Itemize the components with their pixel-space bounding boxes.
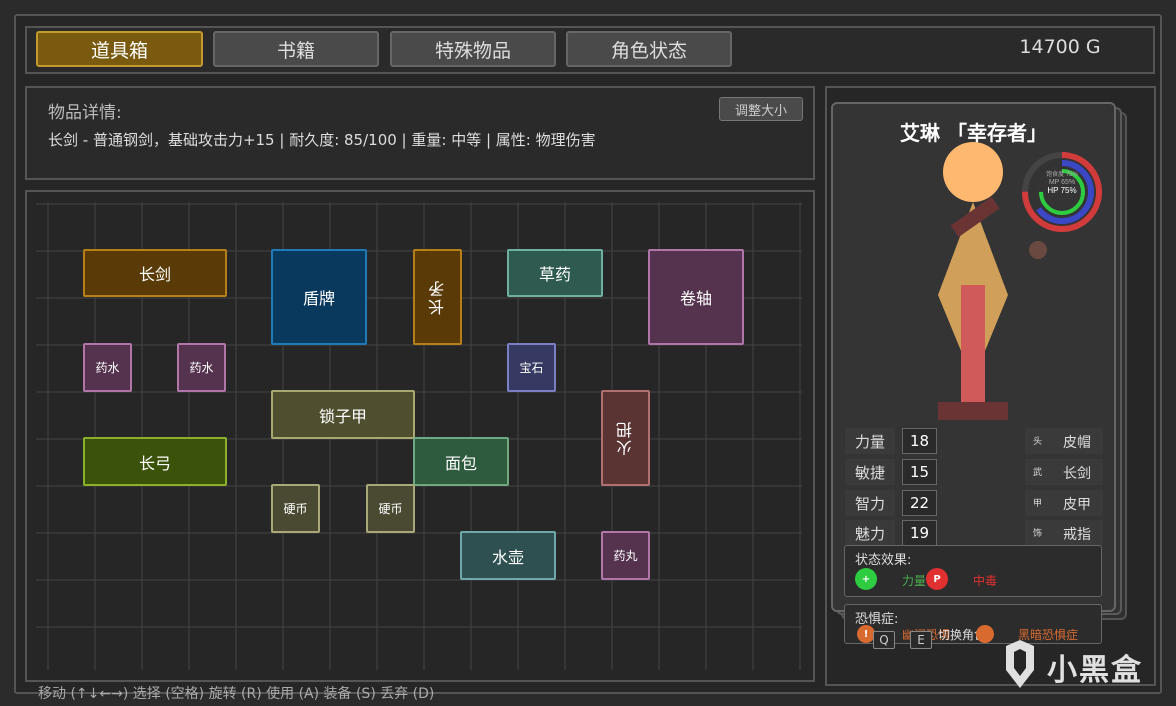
item-waterskin[interactable]: 水壶 <box>460 531 556 580</box>
vitals-rings: 饱食度 75% MP 65% HP 75% <box>1022 152 1102 232</box>
item-label: 水壶 <box>491 547 524 567</box>
stat-label: 敏捷 <box>845 459 895 485</box>
item-chainmail[interactable]: 锁子甲 <box>271 390 415 439</box>
item-scroll[interactable]: 卷轴 <box>648 249 744 345</box>
stat-agility: 敏捷 15 <box>845 459 940 485</box>
item-torch[interactable]: 火把 <box>601 390 650 486</box>
item-label: 火把 <box>615 420 635 456</box>
item-details-title: 物品详情: <box>48 103 122 123</box>
strength-buff-icon: + <box>855 568 877 590</box>
armor-slot-icon: 甲 <box>1033 499 1043 509</box>
strength-buff-label: 力量 <box>902 574 927 588</box>
stat-value: 15 <box>902 459 937 485</box>
mp-label: MP 65% <box>1049 179 1075 186</box>
character-legs <box>961 285 985 405</box>
key-q-button[interactable]: Q <box>873 631 895 649</box>
tab-character-status[interactable]: 角色状态 <box>566 31 732 67</box>
tab-special-items[interactable]: 特殊物品 <box>390 31 556 67</box>
item-label: 长剑 <box>138 265 171 284</box>
tab-books[interactable]: 书籍 <box>213 31 379 67</box>
phobia-title: 恐惧症: <box>855 612 899 627</box>
equip-name: 皮帽 <box>1063 435 1091 451</box>
item-shield[interactable]: 盾牌 <box>271 249 367 345</box>
item-label: 卷轴 <box>679 289 712 308</box>
item-label: 面包 <box>444 453 477 473</box>
phobia-warning-icon-2 <box>976 625 994 643</box>
item-coin[interactable]: 硬币 <box>271 484 320 533</box>
item-gem[interactable]: 宝石 <box>507 343 556 392</box>
item-label: 药丸 <box>613 549 638 563</box>
item-potion[interactable]: 药水 <box>83 343 132 392</box>
stat-value: 19 <box>902 520 937 546</box>
character-head <box>943 142 1003 202</box>
poison-debuff-label: 中毒 <box>973 574 998 588</box>
item-label: 硬币 <box>283 502 308 516</box>
item-spear[interactable]: 长矛 <box>413 249 462 345</box>
weapon-slot-icon: 武 <box>1033 468 1043 478</box>
watermark-text: 小黑盒 <box>1047 653 1143 688</box>
item-label: 硬币 <box>378 502 403 516</box>
item-potion[interactable]: 药水 <box>177 343 226 392</box>
stat-value: 18 <box>902 428 937 454</box>
equip-slot-armor[interactable]: 甲 皮甲 <box>1025 490 1103 516</box>
item-longsword[interactable]: 长剑 <box>83 249 227 297</box>
tab-item-box[interactable]: 道具箱 <box>36 31 203 67</box>
equip-slot-weapon[interactable]: 武 长剑 <box>1025 459 1103 485</box>
key-e-button[interactable]: E <box>910 631 932 649</box>
stat-label: 智力 <box>845 490 895 516</box>
poison-debuff-icon: P <box>926 568 948 590</box>
item-pill[interactable]: 药丸 <box>601 531 650 580</box>
resize-button[interactable]: 调整大小 <box>719 97 803 121</box>
stat-intelligence: 智力 22 <box>845 490 940 516</box>
head-slot-icon: 头 <box>1033 437 1043 447</box>
equip-name: 戒指 <box>1063 527 1091 543</box>
item-bread[interactable]: 面包 <box>413 437 509 486</box>
item-label: 盾牌 <box>302 289 335 308</box>
equip-name: 长剑 <box>1063 466 1091 482</box>
equip-name: 皮甲 <box>1063 497 1091 513</box>
character-figure <box>938 142 1008 420</box>
stat-label: 魅力 <box>845 520 895 546</box>
status-orb <box>1029 241 1047 259</box>
item-label: 锁子甲 <box>318 406 367 426</box>
item-details-text: 长剑 - 普通钢剑，基础攻击力+15 | 耐久度: 85/100 | 重量: 中… <box>48 131 596 149</box>
watermark-logo-icon <box>1006 640 1034 688</box>
item-herb[interactable]: 草药 <box>507 249 603 297</box>
item-label: 药水 <box>95 361 120 375</box>
gold-amount: 14700 G <box>1019 36 1101 58</box>
character-base <box>938 402 1008 420</box>
accessory-slot-icon: 饰 <box>1033 529 1043 539</box>
item-coin[interactable]: 硬币 <box>366 484 415 533</box>
item-label: 长矛 <box>427 279 447 315</box>
item-label: 长弓 <box>138 453 171 473</box>
stat-strength: 力量 18 <box>845 428 940 454</box>
controls-hint: 移动 (↑↓←→) 选择 (空格) 旋转 (R) 使用 (A) 装备 (S) 丢… <box>38 686 435 702</box>
item-label: 宝石 <box>519 361 544 375</box>
equip-slot-accessory[interactable]: 饰 戒指 <box>1025 520 1103 546</box>
equip-slot-head[interactable]: 头 皮帽 <box>1025 428 1103 454</box>
hp-label: HP 75% <box>1047 186 1076 195</box>
stat-label: 力量 <box>845 428 895 454</box>
stat-charisma: 魅力 19 <box>845 520 940 546</box>
status-effects-title: 状态效果: <box>855 553 912 568</box>
item-longbow[interactable]: 长弓 <box>83 437 227 486</box>
item-label: 药水 <box>189 361 214 375</box>
satiety-label: 饱食度 75% <box>1046 170 1078 178</box>
stat-value: 22 <box>902 490 937 516</box>
item-label: 草药 <box>538 265 571 284</box>
